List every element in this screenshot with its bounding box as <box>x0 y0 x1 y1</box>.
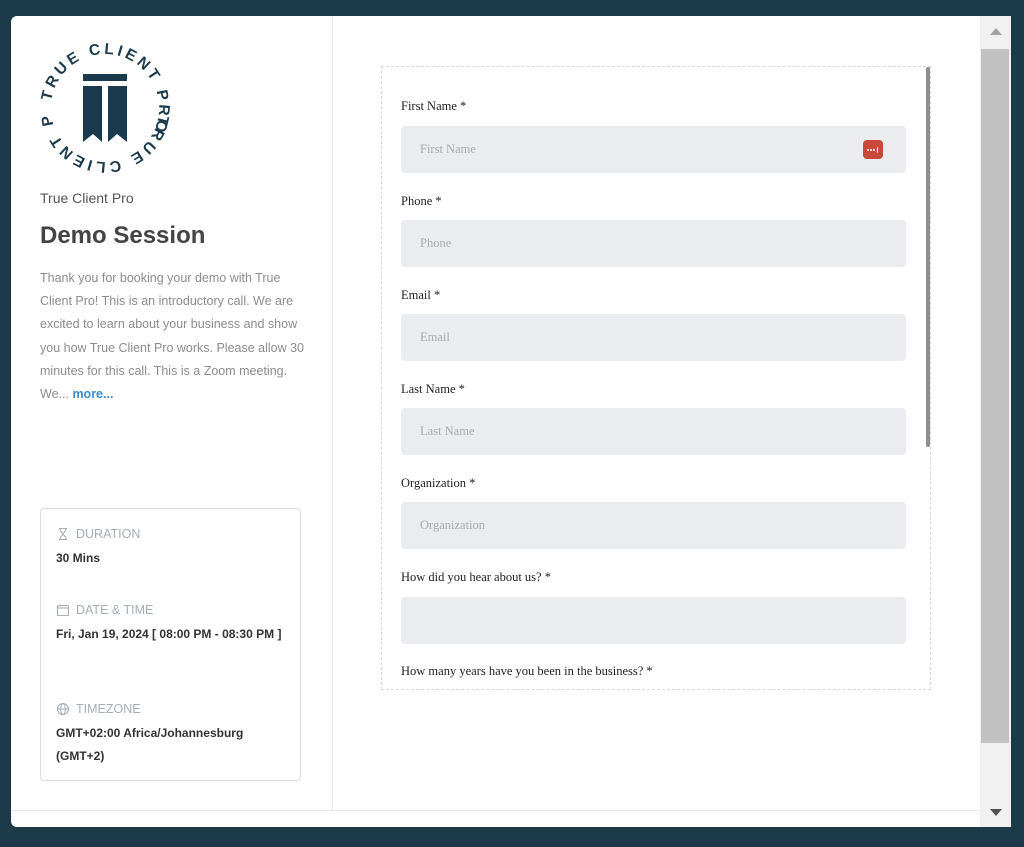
organization-placeholder: Organization <box>420 518 486 532</box>
datetime-label: DATE & TIME <box>76 603 154 617</box>
datetime-label-row: DATE & TIME <box>56 603 153 617</box>
event-description: Thank you for booking your demo with Tru… <box>40 267 310 406</box>
phone-placeholder: Phone <box>420 236 452 250</box>
arrow-down-icon <box>989 808 1002 816</box>
organization-input[interactable]: Organization <box>401 502 906 549</box>
email-placeholder: Email <box>420 330 450 344</box>
duration-label: DURATION <box>76 527 141 541</box>
hourglass-icon <box>59 527 67 541</box>
globe-icon <box>56 702 70 716</box>
dots-icon <box>867 147 879 152</box>
last-name-input[interactable]: Last Name <box>401 408 906 455</box>
calendar-icon <box>56 604 70 617</box>
booking-modal: TRUE CLIENT PRO TRUE CLIENT PRO True Cli… <box>11 16 1011 827</box>
phone-input[interactable]: Phone <box>401 220 906 267</box>
timezone-value: GMT+02:00 Africa/Johannesburg (GMT+2) <box>56 726 244 763</box>
first-name-input[interactable]: First Name <box>401 126 906 173</box>
referral-label: How did you hear about us? * <box>401 570 551 584</box>
event-info-panel: TRUE CLIENT PRO TRUE CLIENT PRO True Cli… <box>11 16 333 810</box>
last-name-label: Last Name * <box>401 382 465 396</box>
years-in-business-label: How many years have you been in the busi… <box>401 664 653 678</box>
svg-text:TRUE CLIENT PRO: TRUE CLIENT PRO <box>38 41 172 138</box>
datetime-value: Fri, Jan 19, 2024 [ 08:00 PM - 08:30 PM … <box>56 627 282 641</box>
event-details-card: DURATION 30 Mins DATE & TIME Fri, Jan 19… <box>40 508 301 781</box>
true-client-pro-logo: TRUE CLIENT PRO TRUE CLIENT PRO <box>35 38 172 175</box>
logo-ring-text-1: TRUE CLIENT PRO <box>38 41 169 138</box>
footer-divider <box>11 810 981 811</box>
referral-input[interactable] <box>401 597 906 644</box>
email-input[interactable]: Email <box>401 314 906 361</box>
more-link[interactable]: more... <box>72 387 113 401</box>
scroll-down-button[interactable] <box>980 797 1011 827</box>
organization-label: Organization * <box>401 476 476 490</box>
duration-label-row: DURATION <box>56 527 140 541</box>
last-name-placeholder: Last Name <box>420 424 475 438</box>
page-scrollbar[interactable] <box>980 16 1011 827</box>
timezone-label: TIMEZONE <box>76 702 141 716</box>
event-title: Demo Session <box>40 222 206 249</box>
first-name-label: First Name * <box>401 99 467 113</box>
duration-value: 30 Mins <box>56 551 101 565</box>
event-description-text: Thank you for booking your demo with Tru… <box>40 271 305 402</box>
scroll-up-button[interactable] <box>980 16 1011 46</box>
page-scroll-thumb[interactable] <box>981 49 1009 743</box>
password-manager-icon[interactable] <box>863 140 883 159</box>
form-scrollbar-thumb[interactable] <box>926 67 930 447</box>
first-name-placeholder: First Name <box>420 142 476 156</box>
svg-text:TRUE CLIENT PRO: TRUE CLIENT PRO <box>35 38 172 175</box>
arrow-up-icon <box>989 27 1002 35</box>
logo-ring-text-2: TRUE CLIENT PRO <box>35 38 168 175</box>
company-name: True Client Pro <box>40 190 134 206</box>
timezone-label-row: TIMEZONE <box>56 702 141 716</box>
email-label: Email * <box>401 288 441 302</box>
phone-label: Phone * <box>401 194 442 208</box>
